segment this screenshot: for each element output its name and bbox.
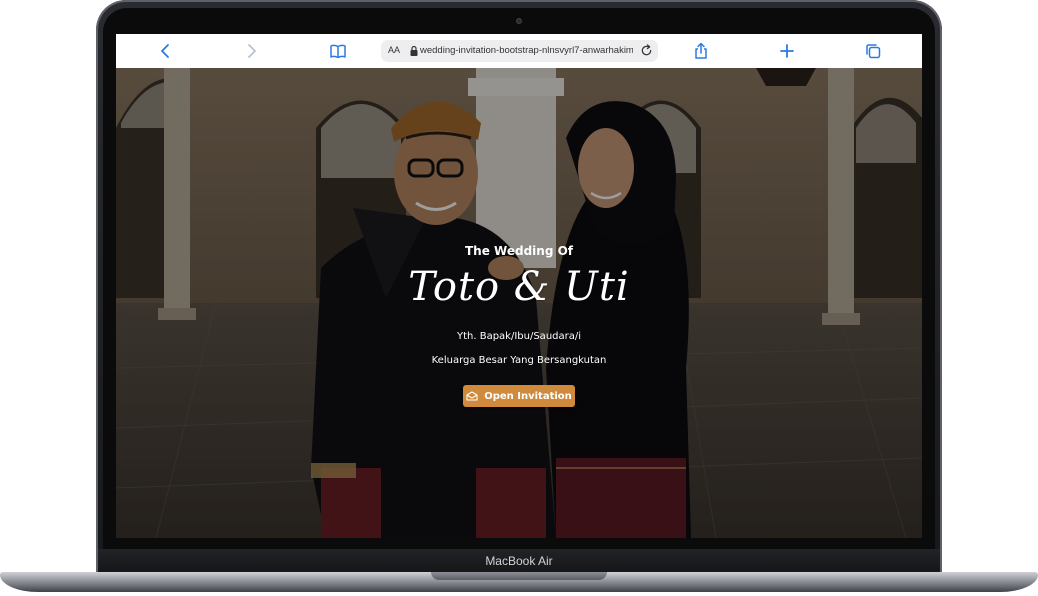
address-bar[interactable]: AA wedding-invitation-bootstrap-nlnsvyrl…: [381, 40, 658, 62]
lock-icon: [410, 45, 418, 56]
hero-pretitle: The Wedding Of: [464, 244, 574, 258]
open-invitation-button[interactable]: Open Invitation: [463, 385, 575, 407]
tabs-icon[interactable]: [864, 42, 882, 60]
forward-icon[interactable]: [242, 42, 260, 60]
hero-section: The Wedding Of Toto & Uti Yth. Bapak/Ibu…: [116, 68, 922, 538]
reload-icon[interactable]: [640, 44, 653, 57]
guest-name: Keluarga Besar Yang Bersangkutan: [431, 355, 607, 366]
back-icon[interactable]: [157, 42, 175, 60]
reader-button[interactable]: AA: [388, 45, 400, 55]
screen: AA wedding-invitation-bootstrap-nlnsvyrl…: [116, 34, 922, 538]
browser-toolbar: AA wedding-invitation-bootstrap-nlnsvyrl…: [116, 34, 922, 69]
envelope-icon: [466, 391, 478, 401]
open-invitation-label: Open Invitation: [484, 390, 572, 402]
device-label: MacBook Air: [485, 554, 553, 568]
url-text: wedding-invitation-bootstrap-nlnsvyrl7-a…: [420, 45, 633, 56]
laptop-notch: [431, 572, 607, 580]
guest-salutation: Yth. Bapak/Ibu/Saudara/i: [456, 331, 582, 342]
share-icon[interactable]: [692, 42, 710, 60]
bookmarks-icon[interactable]: [329, 42, 347, 60]
couple-names: Toto & Uti: [408, 264, 630, 310]
new-tab-icon[interactable]: [778, 42, 796, 60]
camera-icon: [516, 18, 522, 24]
